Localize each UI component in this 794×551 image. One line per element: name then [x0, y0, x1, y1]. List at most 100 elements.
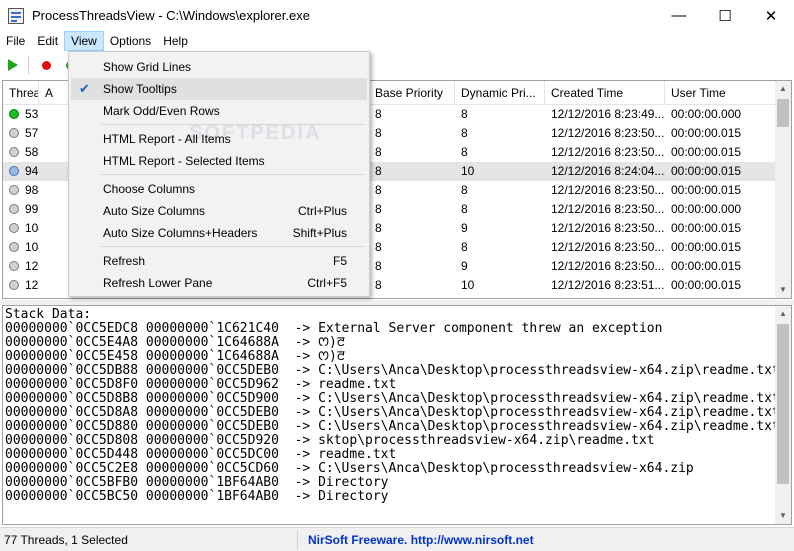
scroll-thumb[interactable]: [777, 324, 789, 484]
menu-item-label: Show Tooltips: [103, 82, 177, 96]
thread-status-icon: [9, 242, 19, 252]
menu-file[interactable]: File: [0, 31, 31, 51]
cell-base-priority: 8: [369, 200, 455, 219]
cell-dynamic-priority: 9: [455, 219, 545, 238]
menu-item-auto-size-columns-headers[interactable]: Auto Size Columns+Headers Shift+Plus: [71, 222, 367, 244]
stack-header: Stack Data:: [5, 308, 92, 322]
app-icon: [8, 7, 24, 24]
list-scrollbar[interactable]: ▲ ▼: [775, 81, 791, 298]
cell-user-time: 00:00:00.015: [665, 143, 777, 162]
suspend-button[interactable]: [35, 54, 57, 76]
cell-text: 10: [461, 278, 475, 292]
cell-dynamic-priority: 10: [455, 162, 545, 181]
cell-text: 8: [375, 126, 382, 140]
cell-text: 12/12/2016 8:24:04...: [551, 164, 665, 178]
menu-separator: [101, 174, 365, 175]
thread-status-icon: [9, 261, 19, 271]
cell-text: 00:00:00.000: [671, 202, 742, 216]
menu-item-html-report-selected-items[interactable]: HTML Report - Selected Items: [71, 150, 367, 172]
cell-created-time: 12/12/2016 8:23:51...: [545, 276, 665, 295]
menu-item-auto-size-columns[interactable]: Auto Size Columns Ctrl+Plus: [71, 200, 367, 222]
menu-item-html-report-all-items[interactable]: HTML Report - All Items: [71, 128, 367, 150]
resume-button[interactable]: [2, 54, 24, 76]
menu-item-choose-columns[interactable]: Choose Columns: [71, 178, 367, 200]
menu-item-mark-odd-even-rows[interactable]: Mark Odd/Even Rows: [71, 100, 367, 122]
cell-text: 12/12/2016 8:23:51...: [551, 278, 665, 292]
cell-dynamic-priority: 10: [455, 276, 545, 295]
menu-options[interactable]: Options: [104, 31, 157, 51]
cell-text: 1200: [25, 259, 39, 273]
cell-thread-id: 576: [3, 124, 39, 143]
cell-thread-id: 536: [3, 105, 39, 124]
cell-user-time: 00:00:00.000: [665, 200, 777, 219]
column-header-thread-id[interactable]: Threa...: [3, 81, 39, 105]
column-header-user-time[interactable]: User Time: [665, 81, 777, 105]
nirsoft-link[interactable]: NirSoft Freeware. http://www.nirsoft.net: [298, 533, 534, 547]
column-header-base-priority[interactable]: Base Priority: [369, 81, 455, 105]
cell-dynamic-priority: 8: [455, 124, 545, 143]
toolbar-separator: [28, 56, 29, 74]
stack-line: 00000000`0CC5D808 00000000`0CC5D920 -> s…: [5, 433, 655, 448]
menu-view[interactable]: View: [64, 31, 104, 51]
cell-text: 12/12/2016 8:23:49...: [551, 107, 665, 121]
thread-status-icon: [9, 223, 19, 233]
cell-text: 8: [461, 240, 468, 254]
cell-text: 8: [461, 183, 468, 197]
scroll-down-icon[interactable]: ▼: [775, 508, 791, 524]
cell-dynamic-priority: 8: [455, 143, 545, 162]
menu-edit[interactable]: Edit: [31, 31, 64, 51]
stack-line: 00000000`0CC5D880 00000000`0CC5DEB0 -> C…: [5, 419, 775, 434]
menu-item-label: HTML Report - All Items: [103, 132, 231, 146]
cell-dynamic-priority: 9: [455, 257, 545, 276]
stack-line: 00000000`0CC5DB88 00000000`0CC5DEB0 -> C…: [5, 363, 775, 378]
cell-text: 00:00:00.015: [671, 164, 742, 178]
cell-created-time: 12/12/2016 8:23:50...: [545, 143, 665, 162]
stack-line: 00000000`0CC5E4A8 00000000`1C64688A -> ꯁ…: [5, 335, 346, 350]
lower-scrollbar[interactable]: ▲ ▼: [775, 306, 791, 524]
stack-data-text: Stack Data: 00000000`0CC5EDC8 00000000`1C…: [5, 308, 775, 504]
cell-text: 00:00:00.015: [671, 126, 742, 140]
menu-item-refresh-lower-pane[interactable]: Refresh Lower Pane Ctrl+F5: [71, 272, 367, 294]
cell-text: 8: [375, 240, 382, 254]
cell-text: 12/12/2016 8:23:50...: [551, 126, 665, 140]
cell-created-time: 12/12/2016 8:23:50...: [545, 219, 665, 238]
cell-text: 984: [25, 183, 39, 197]
menu-item-show-grid-lines[interactable]: Show Grid Lines: [71, 56, 367, 78]
minimize-button[interactable]: —: [656, 0, 702, 31]
scroll-up-icon[interactable]: ▲: [775, 81, 791, 97]
menu-item-label: Choose Columns: [103, 182, 196, 196]
menu-help[interactable]: Help: [157, 31, 194, 51]
cell-base-priority: 8: [369, 238, 455, 257]
scroll-down-icon[interactable]: ▼: [775, 282, 791, 298]
cell-thread-id: 1044: [3, 238, 39, 257]
status-bar: 77 Threads, 1 Selected NirSoft Freeware.…: [0, 527, 794, 551]
cell-text: 8: [461, 202, 468, 216]
menu-separator: [101, 246, 365, 247]
maximize-button[interactable]: ☐: [702, 0, 748, 31]
close-button[interactable]: ✕: [748, 0, 794, 31]
cell-created-time: 12/12/2016 8:23:50...: [545, 181, 665, 200]
stack-data-pane[interactable]: Stack Data: 00000000`0CC5EDC8 00000000`1C…: [2, 305, 792, 525]
menu-item-label: Refresh: [103, 254, 146, 268]
cell-thread-id: 984: [3, 181, 39, 200]
cell-created-time: 12/12/2016 8:23:49...: [545, 105, 665, 124]
cell-text: 00:00:00.015: [671, 221, 742, 235]
cell-created-time: 12/12/2016 8:24:04...: [545, 162, 665, 181]
cell-base-priority: 8: [369, 257, 455, 276]
thread-status-icon: [9, 204, 19, 214]
column-header-created-time[interactable]: Created Time: [545, 81, 665, 105]
scroll-thumb[interactable]: [777, 99, 789, 127]
cell-text: 1280: [25, 278, 39, 292]
menu-item-refresh[interactable]: Refresh F5: [71, 250, 367, 272]
column-header-dynamic-priority[interactable]: Dynamic Pri...: [455, 81, 545, 105]
menu-item-shortcut: F5: [332, 254, 347, 268]
cell-thread-id: 1200: [3, 257, 39, 276]
cell-base-priority: 8: [369, 105, 455, 124]
red-dot-icon: [41, 60, 51, 70]
cell-text: 00:00:00.015: [671, 240, 742, 254]
cell-text: 8: [375, 221, 382, 235]
menu-item-show-tooltips[interactable]: ✔ Show Tooltips: [71, 78, 367, 100]
scroll-up-icon[interactable]: ▲: [775, 306, 791, 322]
cell-text: 992: [25, 202, 39, 216]
menu-item-label: Auto Size Columns: [103, 204, 206, 218]
